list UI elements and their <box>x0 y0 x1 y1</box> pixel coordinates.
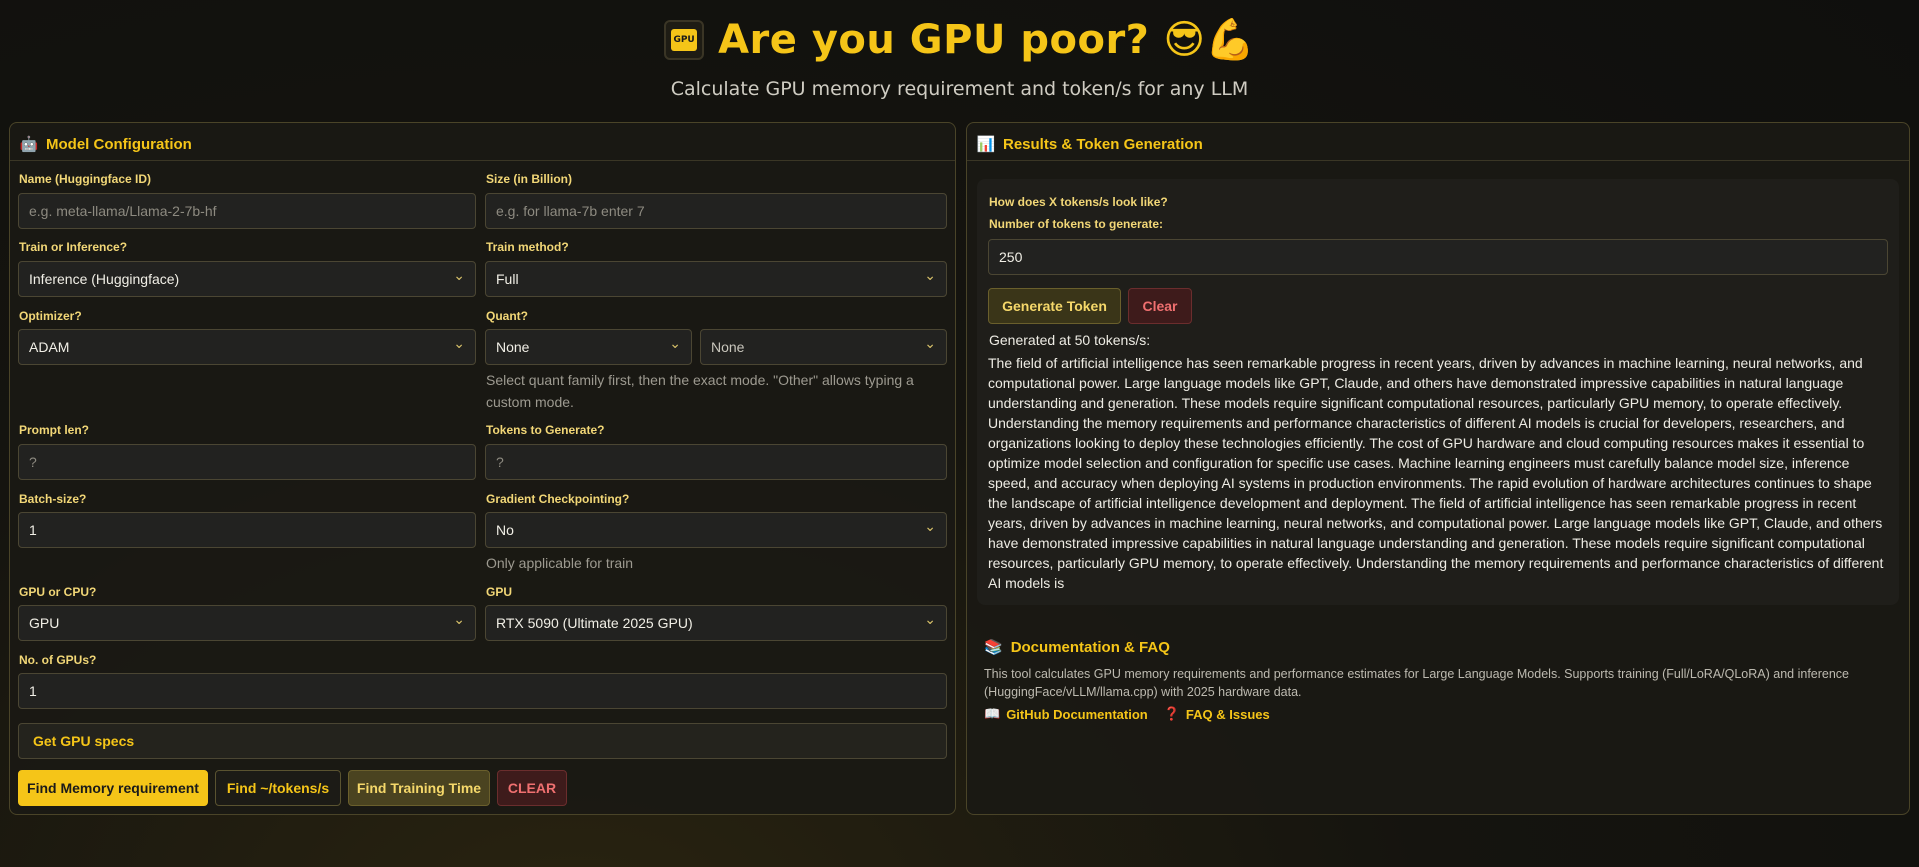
tokens-to-generate-input[interactable] <box>485 444 947 480</box>
num-tokens-label: Number of tokens to generate: <box>989 217 1164 231</box>
documentation-title: Documentation & FAQ <box>1010 638 1170 656</box>
quant-hint: Select quant family first, then the exac… <box>486 372 914 410</box>
documentation-text: This tool calculates GPU memory requirem… <box>984 667 1850 699</box>
gradient-checkpointing-label: Gradient Checkpointing? <box>486 492 630 506</box>
clear-button[interactable]: CLEAR <box>497 770 567 806</box>
page-title: Are you GPU poor? <box>718 16 1150 63</box>
name-label: Name (Huggingface ID) <box>19 172 152 186</box>
faq-link-label: FAQ & Issues <box>1185 706 1270 722</box>
name-input[interactable] <box>18 193 476 229</box>
gpu-or-cpu-label: GPU or CPU? <box>19 585 97 599</box>
gpu-chip-icon: GPU <box>664 19 705 60</box>
size-label: Size (in Billion) <box>486 172 572 186</box>
train-or-inference-select[interactable]: Inference (Huggingface) <box>18 261 476 297</box>
size-input[interactable] <box>485 193 947 229</box>
page-subtitle: Calculate GPU memory requirement and tok… <box>670 78 1249 100</box>
results-heading: 📊 Results & Token Generation <box>976 135 1203 154</box>
tokens-question-label: How does X tokens/s look like? <box>989 195 1168 209</box>
optimizer-label: Optimizer? <box>19 309 82 323</box>
bar-chart-icon: 📊 <box>976 136 996 153</box>
optimizer-select[interactable]: ADAM <box>18 329 476 365</box>
divider <box>10 160 955 161</box>
github-docs-link[interactable]: 📖 GitHub Documentation <box>984 706 1148 722</box>
results-panel: 📊 Results & Token Generation How does X … <box>966 122 1910 815</box>
train-method-label: Train method? <box>486 240 569 254</box>
prompt-len-input[interactable] <box>18 444 476 480</box>
faq-link[interactable]: ❓ FAQ & Issues <box>1164 706 1270 722</box>
gpu-or-cpu-select[interactable]: GPU <box>18 605 476 641</box>
gpu-select[interactable]: RTX 5090 (Ultimate 2025 GPU) <box>485 605 947 641</box>
model-configuration-heading: 🤖 Model Configuration <box>19 135 192 154</box>
title-row: GPU Are you GPU poor? 😎💪 <box>0 16 1919 63</box>
results-title: Results & Token Generation <box>1003 135 1203 153</box>
batch-size-label: Batch-size? <box>19 492 87 506</box>
robot-icon: 🤖 <box>19 136 39 153</box>
num-gpus-input[interactable] <box>18 673 947 709</box>
train-method-select[interactable]: Full <box>485 261 947 297</box>
github-docs-link-label: GitHub Documentation <box>1006 706 1148 722</box>
clear-tokens-button[interactable]: Clear <box>1128 288 1192 324</box>
header: GPU Are you GPU poor? 😎💪 Calculate GPU m… <box>0 0 1919 120</box>
quant-label: Quant? <box>486 309 528 323</box>
generate-token-button[interactable]: Generate Token <box>988 288 1121 324</box>
train-or-inference-label: Train or Inference? <box>19 240 128 254</box>
gradient-checkpointing-hint: Only applicable for train <box>486 555 634 571</box>
find-tokens-button[interactable]: Find ~/tokens/s <box>215 770 341 806</box>
book-icon: 📖 <box>984 706 1001 721</box>
books-icon: 📚 <box>984 639 1003 656</box>
model-configuration-panel: 🤖 Model Configuration Name (Huggingface … <box>9 122 956 815</box>
divider <box>967 160 1909 161</box>
generated-at-label: Generated at 50 tokens/s: <box>989 332 1151 348</box>
gpu-label: GPU <box>486 585 513 599</box>
get-gpu-specs-toggle[interactable]: Get GPU specs <box>18 723 947 759</box>
model-configuration-title: Model Configuration <box>46 135 192 153</box>
gpu-chip-label: GPU <box>671 28 698 51</box>
batch-size-input[interactable] <box>18 512 476 548</box>
find-training-time-button[interactable]: Find Training Time <box>348 770 490 806</box>
generated-text: The field of artificial intelligence has… <box>988 355 1884 591</box>
question-icon: ❓ <box>1163 706 1180 721</box>
documentation-heading: 📚 Documentation & FAQ <box>984 638 1170 657</box>
documentation-links: 📖 GitHub Documentation ❓ FAQ & Issues <box>984 706 1270 722</box>
gradient-checkpointing-select[interactable]: No <box>485 512 947 548</box>
quant-family-select[interactable]: None <box>485 329 692 365</box>
cool-flex-emoji-icon: 😎💪 <box>1163 17 1255 63</box>
find-memory-button[interactable]: Find Memory requirement <box>18 770 208 806</box>
prompt-len-label: Prompt len? <box>19 423 90 437</box>
num-gpus-label: No. of GPUs? <box>19 653 97 667</box>
tokens-to-generate-label: Tokens to Generate? <box>486 423 605 437</box>
num-tokens-input[interactable] <box>988 239 1888 275</box>
token-generation-box: How does X tokens/s look like? Number of… <box>977 179 1899 605</box>
quant-mode-select[interactable]: None <box>700 329 947 365</box>
